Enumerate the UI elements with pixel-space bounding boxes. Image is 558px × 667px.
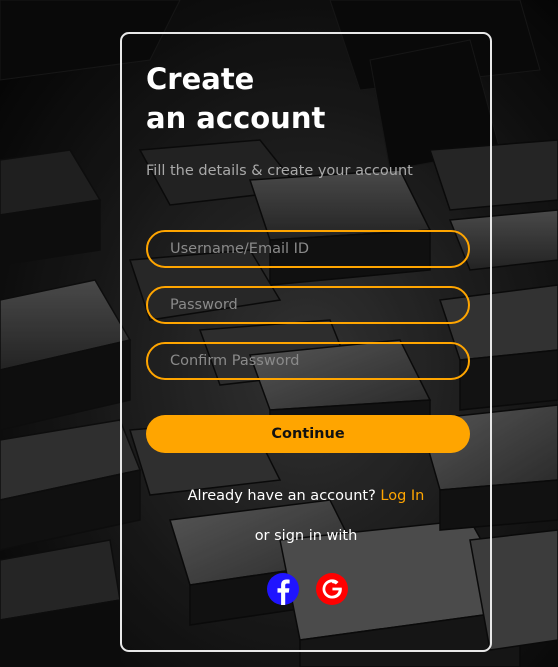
continue-button[interactable]: Continue [146, 415, 470, 453]
password-input[interactable] [146, 286, 470, 324]
title-line-1: Create [146, 62, 255, 96]
signup-card: Create an account Fill the details & cre… [120, 32, 492, 652]
have-account-text: Already have an account? [187, 488, 381, 504]
or-sign-in-text: or sign in with [254, 528, 358, 544]
login-link[interactable]: Log In [380, 488, 424, 504]
title-line-2: an account [146, 101, 326, 135]
page-title: Create an account [146, 60, 325, 138]
username-email-input[interactable] [146, 230, 470, 268]
facebook-icon[interactable] [266, 572, 300, 606]
google-icon[interactable] [315, 572, 349, 606]
subtitle: Fill the details & create your account [146, 163, 413, 179]
login-prompt: Already have an account? Log In [122, 486, 490, 506]
confirm-password-input[interactable] [146, 342, 470, 380]
